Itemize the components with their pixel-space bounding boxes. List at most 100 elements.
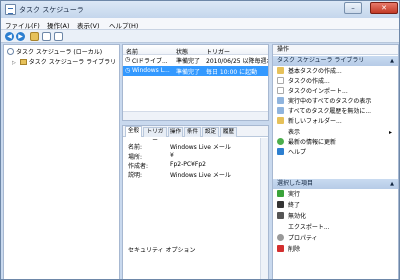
vertical-scrollbar[interactable] (260, 138, 268, 279)
action-refresh[interactable]: 最新の情報に更新 (277, 138, 336, 148)
refresh-icon (277, 138, 284, 145)
action-label: タスクのインポート... (288, 88, 348, 95)
task-scheduler-app-icon (5, 4, 16, 15)
library-section-label: タスク スケジューラ ライブラリ (277, 57, 365, 64)
tree-library-item[interactable]: ▷ タスク スケジューラ ライブラリ (12, 57, 116, 66)
action-label: 実行 (288, 191, 301, 198)
list-view-icon[interactable] (42, 32, 51, 41)
menu-bar: ファイル(F) 操作(A) 表示(V) ヘルプ(H) (1, 18, 399, 30)
tab-history[interactable]: 履歴 (220, 127, 237, 137)
action-import-task[interactable]: タスクのインポート... (277, 87, 348, 97)
action-create-task[interactable]: タスクの作成... (277, 77, 330, 87)
author-value: Fp2-PC¥Fp2 (170, 161, 206, 168)
action-label: 無効化 (288, 213, 307, 220)
menu-view[interactable]: 表示(V) (77, 20, 100, 30)
tab-settings[interactable]: 設定 (202, 127, 219, 137)
forward-arrow-icon[interactable]: ▶ (16, 32, 25, 41)
tree-root-label: タスク スケジューラ (ローカル) (16, 49, 103, 56)
action-label: 削除 (288, 246, 301, 253)
properties-icon (277, 234, 284, 241)
tab-actions[interactable]: 操作 (168, 127, 183, 137)
clock-icon (7, 48, 14, 55)
menu-file[interactable]: ファイル(F) (5, 20, 40, 30)
selected-item-section-header[interactable]: 選択した項目 ▲ (273, 179, 398, 189)
action-label: 終了 (288, 202, 301, 209)
action-label: 基本タスクの作成... (288, 68, 342, 75)
history-icon (277, 107, 284, 114)
task-row-selected[interactable]: ◷ Windows L... 準備完了 毎日 10:00 に起動 (123, 66, 268, 76)
action-help[interactable]: ヘルプ (277, 148, 306, 158)
tab-general[interactable]: 全般 (125, 126, 142, 137)
action-label: すべてのタスク履歴を無効に... (288, 108, 372, 115)
close-button[interactable]: ✕ (370, 2, 398, 14)
back-arrow-icon[interactable]: ◀ (5, 32, 14, 41)
tab-triggers[interactable]: トリガー (143, 127, 167, 144)
action-delete[interactable]: 削除 (277, 245, 300, 255)
action-label: 表示 (288, 129, 301, 136)
action-label: 最新の情報に更新 (288, 139, 337, 146)
task-status: 準備完了 (176, 69, 201, 76)
task-scheduler-window: タスク スケジューラ – ✕ ファイル(F) 操作(A) 表示(V) ヘルプ(H… (0, 0, 400, 280)
blank-icon (277, 223, 284, 230)
action-new-folder[interactable]: 新しいフォルダー... (277, 117, 342, 127)
horizontal-scrollbar[interactable] (123, 111, 268, 120)
task-clock-icon: ◷ (125, 56, 131, 63)
action-show-running[interactable]: 実行中のすべてのタスクの表示 (277, 97, 371, 107)
title-bar: タスク スケジューラ – ✕ (1, 1, 399, 18)
blank-icon (277, 87, 284, 94)
task-icon (277, 67, 284, 74)
action-disable-history[interactable]: すべてのタスク履歴を無効に... (277, 107, 371, 117)
folder-icon[interactable] (30, 32, 39, 41)
minimize-button[interactable]: – (344, 2, 362, 14)
actions-pane: 操作 タスク スケジューラ ライブラリ ▲ 基本タスクの作成... タスクの作成… (272, 44, 399, 279)
action-label: 実行中のすべてのタスクの表示 (288, 98, 372, 105)
task-status: 準備完了 (176, 58, 201, 65)
action-properties[interactable]: プロパティ (277, 234, 318, 244)
task-list: 名前 状態 トリガー ◷ CIドライブ... 準備完了 2010/06/25 以… (122, 44, 269, 121)
location-label: 場所: (128, 154, 143, 161)
new-folder-icon (277, 117, 284, 124)
window-title: タスク スケジューラ (19, 6, 84, 14)
folder-icon (19, 59, 27, 65)
action-end[interactable]: 終了 (277, 201, 300, 211)
action-label: 新しいフォルダー... (288, 118, 342, 125)
task-details-panel: 全般 トリガー 操作 条件 設定 履歴 名前: Windows Live メール… (122, 125, 269, 279)
action-view[interactable]: 表示 ▸ (277, 128, 392, 138)
stop-icon (277, 201, 284, 208)
menu-help[interactable]: ヘルプ(H) (109, 20, 138, 30)
task-name: Windows L... (132, 67, 170, 74)
action-export[interactable]: エクスポート... (277, 223, 330, 233)
collapse-arrow-icon[interactable]: ▲ (390, 179, 394, 189)
action-label: ヘルプ (288, 149, 307, 156)
name-value: Windows Live メール (170, 144, 231, 151)
collapse-arrow-icon[interactable]: ▲ (390, 56, 394, 66)
actions-header: 操作 (273, 45, 398, 55)
task-row[interactable]: ◷ CIドライブ... 準備完了 2010/06/25 以降毎週水 (123, 55, 268, 65)
action-label: エクスポート... (288, 224, 330, 231)
navigation-tree: タスク スケジューラ (ローカル) ▷ タスク スケジューラ ライブラリ (3, 44, 120, 279)
tree-root-item[interactable]: タスク スケジューラ (ローカル) (7, 47, 102, 56)
location-value: ¥ (170, 152, 174, 159)
tree-library-label: タスク スケジューラ ライブラリ (28, 59, 117, 66)
action-create-basic-task[interactable]: 基本タスクの作成... (277, 67, 342, 77)
action-run[interactable]: 実行 (277, 190, 300, 200)
blank-icon (277, 128, 284, 135)
task-list-header: 名前 状態 トリガー (123, 45, 268, 56)
expand-arrow-icon[interactable]: ▷ (12, 60, 16, 66)
delete-icon (277, 245, 284, 252)
task-name: CIドライブ... (132, 58, 168, 65)
tab-conditions[interactable]: 条件 (184, 127, 201, 137)
details-tabs: 全般 トリガー 操作 条件 設定 履歴 (123, 126, 268, 144)
description-label: 説明: (128, 172, 143, 179)
action-label: タスクの作成... (288, 78, 330, 85)
menu-action[interactable]: 操作(A) (47, 20, 70, 30)
action-disable[interactable]: 無効化 (277, 212, 306, 222)
name-label: 名前: (128, 144, 143, 151)
description-value: Windows Live メール (170, 172, 231, 179)
author-label: 作成者: (128, 163, 149, 170)
action-label: プロパティ (288, 235, 318, 242)
security-options-label: セキュリティ オプション (128, 247, 196, 254)
submenu-arrow-icon: ▸ (389, 129, 393, 136)
library-section-header[interactable]: タスク スケジューラ ライブラリ ▲ (273, 56, 398, 66)
help-icon[interactable] (54, 32, 63, 41)
